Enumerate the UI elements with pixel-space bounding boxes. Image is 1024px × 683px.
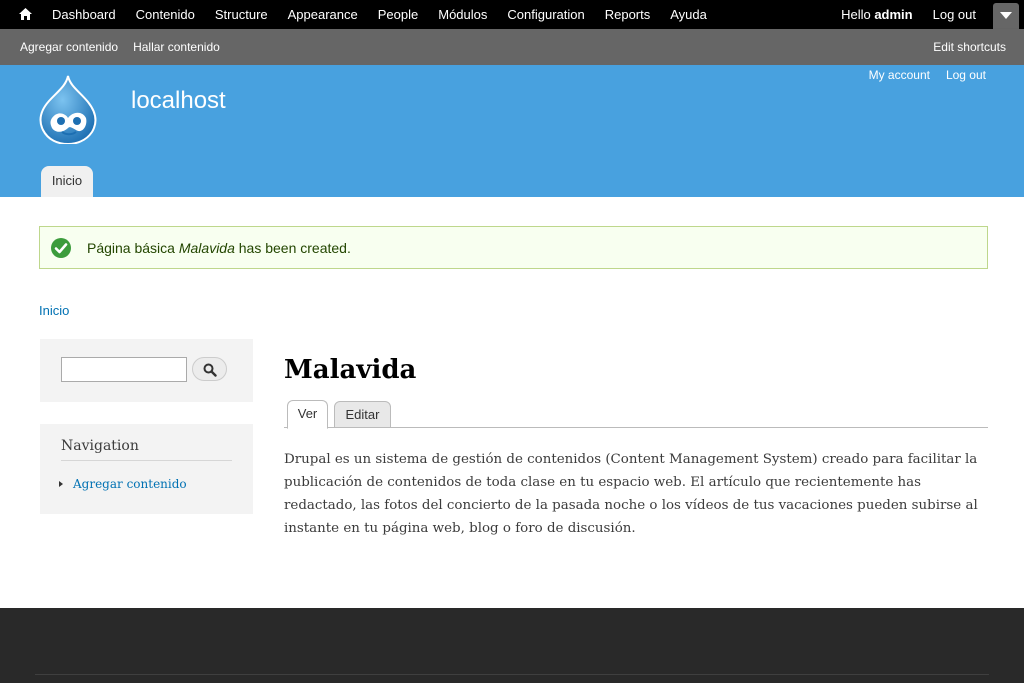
node-body: Drupal es un sistema de gestión de conte… <box>284 452 978 536</box>
shortcuts-bar: Agregar contenido Hallar contenido Edit … <box>0 29 1024 65</box>
site-name[interactable]: localhost <box>131 87 226 115</box>
footer-divider <box>35 674 989 675</box>
shortcuts-list: Agregar contenido Hallar contenido <box>20 29 235 65</box>
toolbar-item-configuration[interactable]: Configuration <box>497 7 594 22</box>
nav-item-add-content[interactable]: Agregar contenido <box>59 477 187 491</box>
page-title: Malavida <box>284 355 417 385</box>
breadcrumb[interactable]: Inicio <box>39 303 69 318</box>
toolbar-item-contenido[interactable]: Contenido <box>126 7 205 22</box>
toolbar-menu: Dashboard Contenido Structure Appearance… <box>42 0 717 29</box>
shortcut-add-content[interactable]: Agregar contenido <box>20 40 118 54</box>
user-greeting: Hello admin <box>841 7 913 22</box>
toolbar-item-modulos[interactable]: Módulos <box>428 7 497 22</box>
search-input[interactable] <box>61 357 187 382</box>
site-footer <box>0 608 1024 683</box>
edit-shortcuts-link[interactable]: Edit shortcuts <box>933 29 1006 65</box>
secondary-menu: My account Log out <box>853 68 986 82</box>
nav-link-label[interactable]: Agregar contenido <box>73 477 187 491</box>
toolbar-item-dashboard[interactable]: Dashboard <box>42 7 126 22</box>
my-account-link[interactable]: My account <box>869 68 930 82</box>
tab-editar[interactable]: Editar <box>334 401 391 428</box>
toolbar-item-people[interactable]: People <box>368 7 428 22</box>
check-circle-icon <box>51 237 71 258</box>
message-prefix: Página básica <box>87 239 179 256</box>
tab-ver[interactable]: Ver <box>287 400 328 429</box>
toolbar-item-reports[interactable]: Reports <box>595 7 661 22</box>
home-icon[interactable] <box>18 7 33 22</box>
message-node-title: Malavida <box>178 239 235 256</box>
main-menu-tab-inicio[interactable]: Inicio <box>41 166 93 198</box>
admin-toolbar: Dashboard Contenido Structure Appearance… <box>0 0 1024 29</box>
greeting-prefix: Hello <box>841 7 875 22</box>
shortcut-find-content[interactable]: Hallar contenido <box>133 40 220 54</box>
bullet-icon <box>59 481 63 487</box>
toolbar-item-structure[interactable]: Structure <box>205 7 278 22</box>
navigation-block: Navigation Agregar contenido <box>40 424 253 514</box>
toolbar-user: Hello admin Log out <box>841 0 976 29</box>
navigation-title: Navigation <box>61 438 232 461</box>
search-button[interactable] <box>192 357 227 381</box>
search-icon <box>203 363 217 377</box>
header-logout-link[interactable]: Log out <box>946 68 986 82</box>
site-header: localhost My account Log out Inicio <box>0 65 1024 198</box>
username[interactable]: admin <box>874 7 912 22</box>
node-tabs: Ver Editar <box>284 400 988 429</box>
shortcuts-toggle-button[interactable] <box>993 3 1019 29</box>
main-content: Página básica Malavida has been created.… <box>0 197 1024 608</box>
status-message: Página básica Malavida has been created. <box>39 226 988 269</box>
status-message-text: Página básica Malavida has been created. <box>87 240 351 256</box>
toolbar-logout-link[interactable]: Log out <box>933 7 976 22</box>
search-block <box>40 339 253 402</box>
toolbar-item-ayuda[interactable]: Ayuda <box>660 7 717 22</box>
toolbar-item-appearance[interactable]: Appearance <box>278 7 368 22</box>
message-suffix: has been created. <box>234 239 351 256</box>
drupal-logo[interactable] <box>36 74 100 146</box>
chevron-down-icon <box>1000 12 1012 19</box>
